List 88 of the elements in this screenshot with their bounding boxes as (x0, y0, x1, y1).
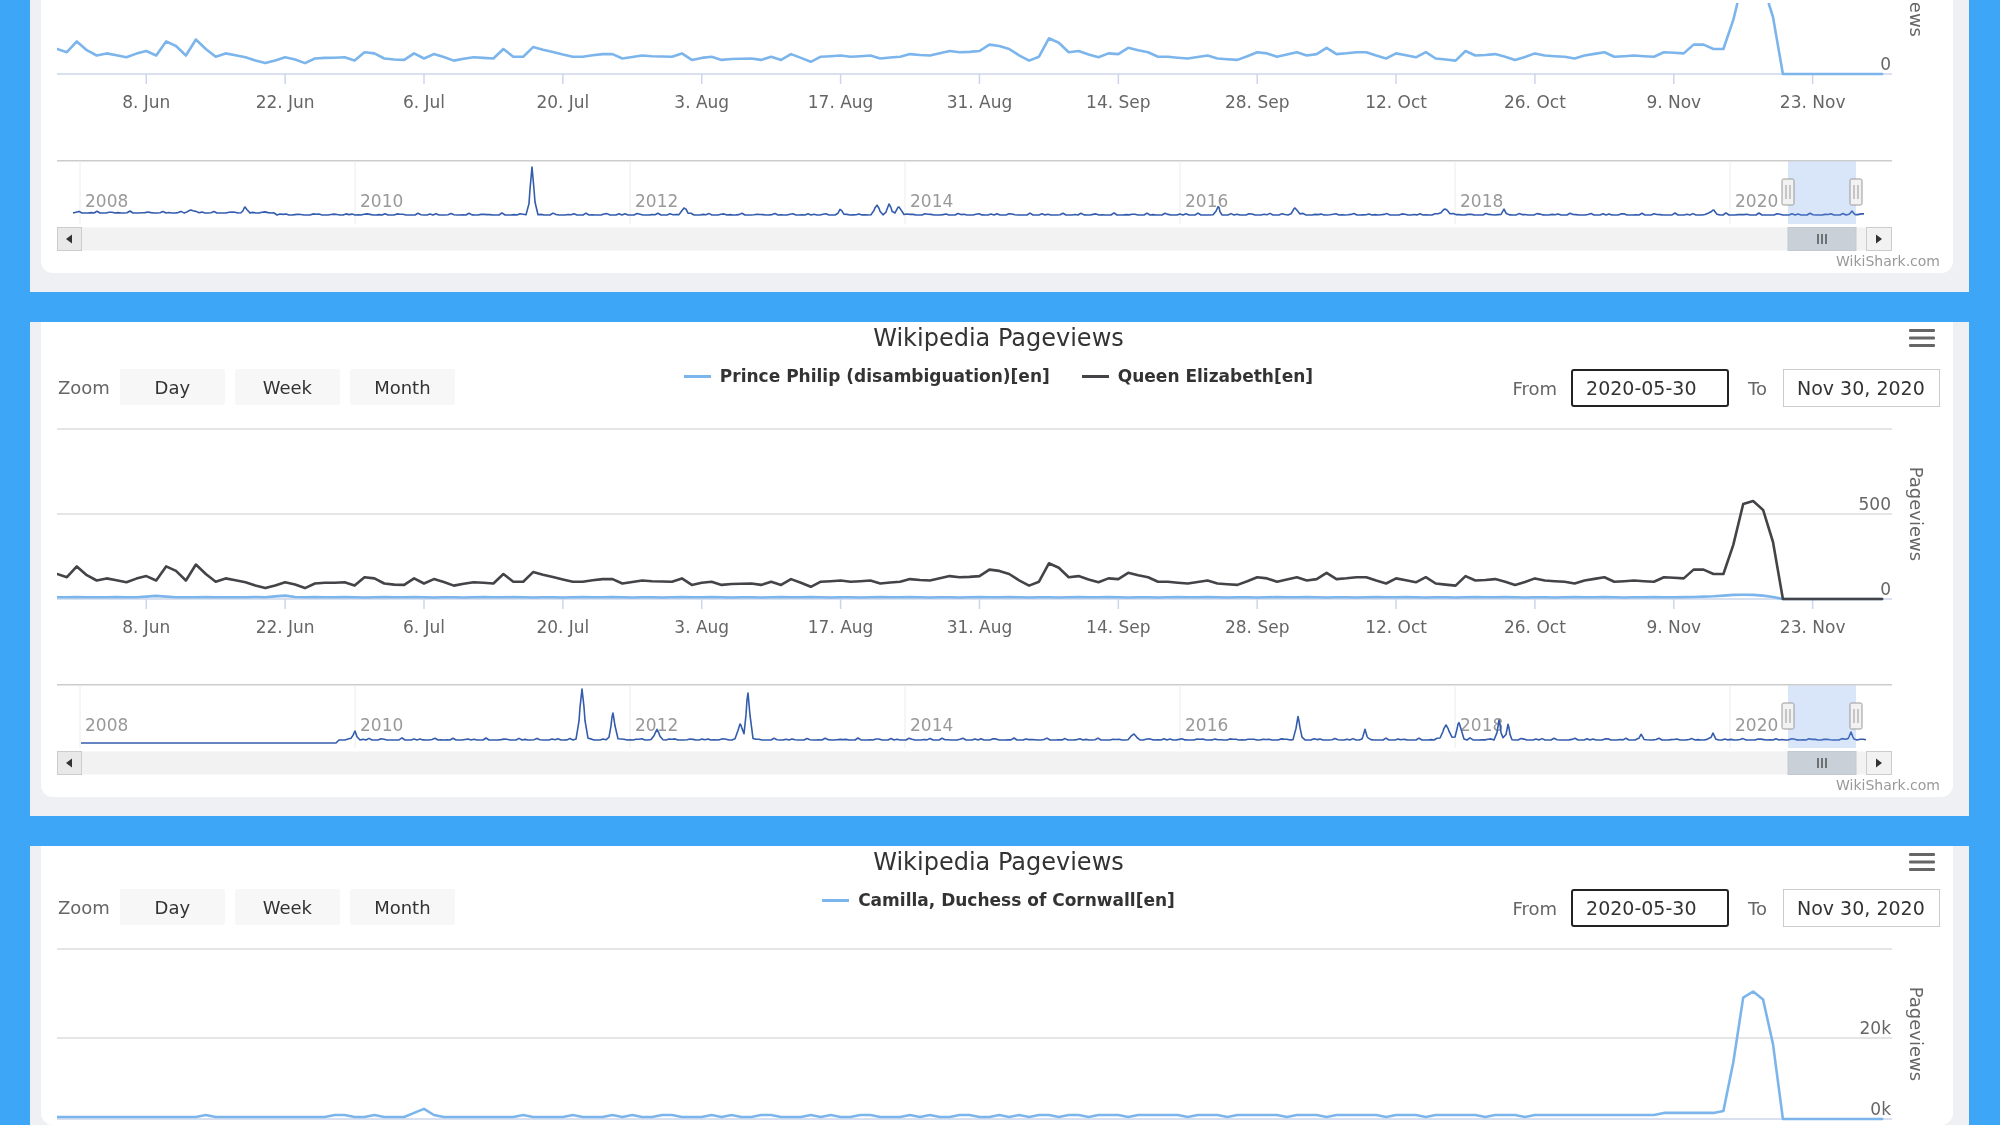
legend-item[interactable]: Queen Elizabeth[en] (1081, 365, 1314, 387)
navigator-selection[interactable] (1788, 161, 1856, 224)
x-axis-label: 3. Aug (674, 92, 730, 112)
y-axis-title: Pageviews (1906, 466, 1927, 562)
scroll-right-button[interactable] (1866, 751, 1892, 775)
navigator-year-label: 2020 (1735, 191, 1779, 211)
x-axis-label: 6. Jul (402, 617, 446, 637)
x-axis-label: 26. Oct (1504, 617, 1566, 637)
navigator-year-label: 2014 (910, 715, 954, 735)
x-axis-label: 3. Aug (674, 617, 730, 637)
x-axis-label: 17. Aug (807, 92, 874, 112)
date-field[interactable]: Nov 30, 2020 (1783, 889, 1940, 927)
zoom-button[interactable]: Day (119, 889, 225, 925)
x-axis-label: 9. Nov (1646, 92, 1702, 112)
x-axis-label: 28. Sep (1224, 617, 1290, 637)
x-axis-label: 8. Jun (122, 617, 171, 637)
zoom-button[interactable]: Week (234, 369, 340, 405)
navigator-year-label: 2008 (85, 191, 129, 211)
x-axis-label: 20. Jul (536, 617, 590, 637)
x-axis-label: 22. Jun (255, 617, 315, 637)
legend-item[interactable]: Camilla, Duchess of Cornwall[en] (822, 889, 1175, 911)
legend-item[interactable]: Prince Philip (disambiguation)[en] (683, 365, 1050, 387)
x-axis-label: 20. Jul (536, 92, 590, 112)
zoom-label: Zoom (58, 896, 110, 918)
y-axis-label: 0 (1880, 579, 1891, 599)
date-field[interactable]: 2020-05-30 (1571, 369, 1730, 407)
chart-title: Wikipedia Pageviews (873, 325, 1124, 351)
menu-icon[interactable] (1909, 329, 1935, 347)
x-axis-label: 31. Aug (946, 617, 1013, 637)
zoom-button[interactable]: Day (119, 369, 225, 405)
x-axis-label: 6. Jul (402, 92, 446, 112)
y-axis-title: ews (1906, 3, 1927, 37)
date-range-label: From (1512, 897, 1558, 919)
left-arrow-icon (66, 234, 72, 244)
scroll-left-button[interactable] (57, 751, 82, 775)
left-arrow-icon (66, 758, 72, 768)
x-axis-label: 23. Nov (1779, 92, 1846, 112)
grip-icon (1817, 233, 1827, 245)
zoom-button[interactable]: Month (349, 369, 455, 405)
x-axis-label: 12. Oct (1365, 617, 1427, 637)
navigator-selection[interactable] (1788, 685, 1856, 748)
x-axis-label: 14. Sep (1086, 617, 1151, 637)
zoom-button[interactable]: Week (234, 889, 340, 925)
range-handle[interactable] (1781, 702, 1795, 730)
x-axis-label: 26. Oct (1504, 92, 1566, 112)
scroll-left-button[interactable] (57, 227, 82, 251)
navigator-year-label: 2010 (360, 191, 404, 211)
x-axis-label: 9. Nov (1646, 617, 1702, 637)
range-handle[interactable] (1781, 178, 1795, 206)
zoom-button[interactable]: Month (349, 889, 455, 925)
y-axis-label: 0k (1870, 1099, 1891, 1119)
navigator-year-label: 2020 (1735, 715, 1779, 735)
scroll-right-button[interactable] (1866, 227, 1892, 251)
right-arrow-icon (1876, 758, 1882, 768)
x-axis-label: 22. Jun (255, 92, 315, 112)
scrollbar-thumb[interactable] (1787, 751, 1857, 775)
navigator-year-label: 2012 (635, 715, 679, 735)
date-range-label: To (1748, 377, 1767, 399)
y-axis-label: 20k (1859, 1018, 1891, 1039)
scrollbar-thumb[interactable] (1787, 227, 1857, 251)
x-axis-label: 31. Aug (946, 92, 1013, 112)
x-axis-label: 12. Oct (1365, 92, 1427, 112)
x-axis-label: 8. Jun (122, 92, 171, 112)
date-range-label: From (1512, 377, 1558, 399)
y-axis-title: Pageviews (1906, 986, 1927, 1082)
y-axis-label: 0 (1880, 54, 1891, 74)
navigator-year-label: 2016 (1185, 715, 1229, 735)
x-axis-label: 28. Sep (1224, 92, 1290, 112)
navigator-year-label: 2012 (635, 191, 679, 211)
zoom-label: Zoom (58, 376, 110, 398)
y-axis-label: 500 (1858, 494, 1891, 514)
x-axis-label: 14. Sep (1086, 92, 1151, 112)
range-handle[interactable] (1849, 178, 1863, 206)
date-range-label: To (1748, 897, 1767, 919)
chart-title: Wikipedia Pageviews (873, 849, 1124, 875)
x-axis-label: 17. Aug (807, 617, 874, 637)
grip-icon (1817, 757, 1827, 769)
navigator-year-label: 2016 (1185, 191, 1229, 211)
x-axis-label: 23. Nov (1779, 617, 1846, 637)
right-arrow-icon (1876, 234, 1882, 244)
navigator-year-label: 2018 (1460, 191, 1504, 211)
date-field[interactable]: 2020-05-30 (1571, 889, 1730, 927)
navigator-year-label: 2010 (360, 715, 404, 735)
navigator-year-label: 2008 (85, 715, 129, 735)
navigator-year-label: 2014 (910, 191, 954, 211)
range-handle[interactable] (1849, 702, 1863, 730)
date-field[interactable]: Nov 30, 2020 (1783, 369, 1940, 407)
menu-icon[interactable] (1909, 853, 1935, 871)
